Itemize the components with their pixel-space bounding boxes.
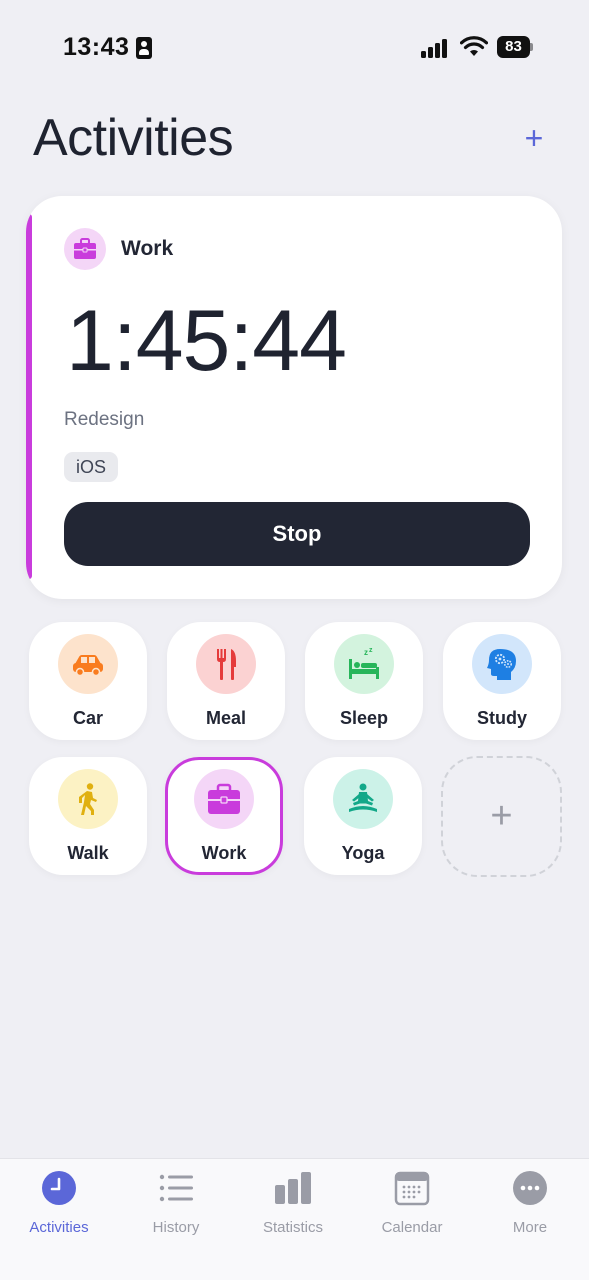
add-button[interactable]: +	[518, 122, 550, 154]
timer-activity-name: Work	[121, 237, 174, 260]
tab-label: More	[512, 1219, 548, 1236]
tab-statistics[interactable]: Statistics	[234, 1167, 352, 1237]
wifi-icon	[460, 36, 488, 56]
briefcase-icon-circle	[194, 769, 254, 829]
clock-icon	[42, 1171, 76, 1205]
briefcase-icon	[208, 783, 240, 814]
add-activity-tile[interactable]: +	[441, 756, 562, 877]
activity-tile-sleep[interactable]: z z Sleep	[305, 622, 423, 740]
activity-label: Car	[72, 708, 103, 728]
utensils-icon-circle	[196, 634, 256, 694]
battery-icon: 83	[497, 36, 533, 58]
stop-button[interactable]: Stop	[64, 502, 530, 566]
active-timer-card[interactable]: Work 1:45:44 Redesign iOS Stop	[26, 196, 562, 599]
status-bar: 13:43 83	[0, 0, 589, 96]
activity-tile-work[interactable]: Work	[165, 757, 283, 875]
brain-icon-circle	[472, 634, 532, 694]
more-icon	[513, 1171, 547, 1205]
activity-tile-car[interactable]: Car	[29, 622, 147, 740]
activity-label: Work	[201, 843, 247, 863]
activity-tile-walk[interactable]: Walk	[29, 757, 147, 875]
tab-calendar[interactable]: Calendar	[353, 1167, 471, 1237]
battery-level: 83	[497, 36, 530, 58]
timer-activity-avatar	[64, 228, 106, 270]
activity-tile-meal[interactable]: Meal	[167, 622, 285, 740]
activity-label: Meal	[205, 708, 247, 728]
tab-history[interactable]: History	[117, 1167, 235, 1237]
brain-icon	[487, 649, 516, 680]
briefcase-icon	[74, 238, 96, 259]
tab-label: Activities	[29, 1219, 89, 1236]
car-icon-circle	[58, 634, 118, 694]
timer-note[interactable]: Redesign	[64, 409, 144, 431]
tab-more[interactable]: More	[471, 1167, 589, 1237]
activity-tile-yoga[interactable]: Yoga	[304, 757, 422, 875]
walking-icon	[79, 783, 97, 815]
timer-elapsed: 1:45:44	[66, 293, 347, 389]
tab-label: Calendar	[381, 1219, 443, 1236]
timer-accent-bar	[26, 214, 32, 579]
walking-icon-circle	[58, 769, 118, 829]
plus-icon: +	[490, 795, 513, 837]
yoga-icon	[349, 783, 377, 812]
svg-text:z: z	[364, 648, 368, 657]
cellular-signal-icon	[421, 38, 451, 58]
tab-label: Statistics	[262, 1219, 323, 1236]
activity-label: Yoga	[341, 843, 385, 863]
activity-label: Study	[476, 708, 527, 728]
page-title: Activities	[33, 109, 234, 167]
car-icon	[73, 655, 103, 677]
tab-bar: Activities History Statistics Calendar M…	[0, 1158, 589, 1280]
contact-card-icon	[136, 37, 152, 59]
svg-text:z: z	[369, 647, 373, 654]
tab-activities[interactable]: Activities	[0, 1167, 118, 1237]
calendar-icon	[394, 1171, 430, 1206]
activity-label: Sleep	[339, 708, 389, 728]
bed-icon-circle: z z	[334, 634, 394, 694]
bar-chart-icon	[275, 1172, 311, 1204]
status-time: 13:43	[63, 33, 130, 61]
activity-label: Walk	[67, 843, 109, 863]
activity-tile-study[interactable]: Study	[443, 622, 561, 740]
timer-tag[interactable]: iOS	[64, 452, 119, 482]
tab-label: History	[152, 1219, 200, 1236]
utensils-icon	[217, 649, 236, 680]
bed-icon: z z	[349, 647, 379, 679]
list-icon	[159, 1174, 193, 1202]
yoga-icon-circle	[333, 769, 393, 829]
